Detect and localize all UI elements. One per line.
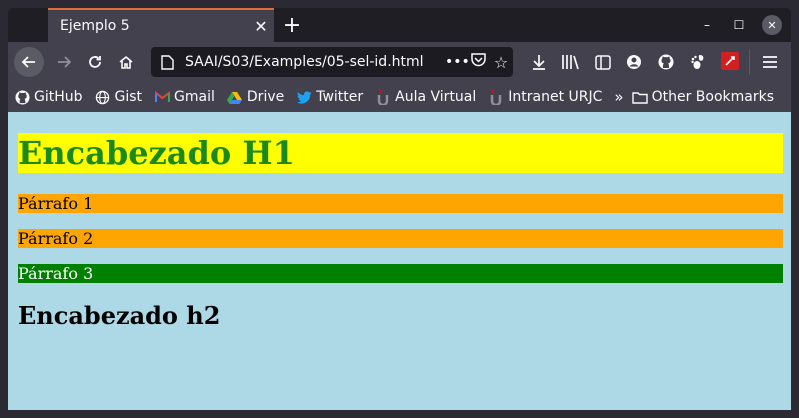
back-button[interactable]	[14, 47, 44, 77]
pocket-icon[interactable]	[467, 53, 489, 71]
home-button[interactable]	[111, 47, 141, 77]
extension-icon[interactable]	[721, 52, 739, 70]
bookmark-label: Other Bookmarks	[651, 89, 775, 105]
github-icon	[14, 89, 30, 105]
tab-active[interactable]: Ejemplo 5 ✕	[48, 8, 274, 42]
minimize-icon[interactable]: –	[697, 15, 717, 35]
github-icon[interactable]	[656, 52, 676, 72]
bookmark-label: Gist	[114, 89, 143, 105]
bookmark-intranet-urjc[interactable]: Intranet URJC	[488, 89, 602, 105]
drive-icon	[227, 89, 243, 105]
new-tab-button[interactable]: +	[279, 12, 305, 38]
browser-window: Ejemplo 5 ✕ + – ☐ ✕ SAAI/S03/Examples/05…	[8, 8, 791, 410]
bookmark-label: Twitter	[316, 89, 364, 105]
page-icon	[159, 54, 175, 70]
url-bar[interactable]: SAAI/S03/Examples/05-sel-id.html ••• ☆	[151, 47, 513, 77]
bookmark-star-icon[interactable]: ☆	[489, 53, 513, 72]
globe-icon	[95, 89, 111, 105]
bookmark-other-bookmarks[interactable]: Other Bookmarks	[631, 89, 775, 105]
sidebar-icon[interactable]	[593, 52, 613, 72]
reload-icon	[89, 56, 101, 68]
paragraph-2: Párrafo 2	[18, 229, 783, 248]
twitter-icon	[296, 89, 312, 105]
bookmark-label: Intranet URJC	[508, 89, 603, 105]
page-actions-icon[interactable]: •••	[445, 54, 470, 70]
hamburger-menu-icon[interactable]	[760, 52, 780, 72]
urjc-icon	[375, 89, 391, 105]
library-icon[interactable]	[560, 52, 580, 72]
bookmarks-bar: GitHub Gist Gmail Drive Twitter Aula Vir…	[8, 82, 791, 112]
home-icon	[119, 55, 133, 69]
bookmark-label: Gmail	[174, 89, 215, 105]
bookmark-aula-virtual[interactable]: Aula Virtual	[375, 89, 476, 105]
bookmark-gist[interactable]: Gist	[95, 89, 143, 105]
bookmark-drive[interactable]: Drive	[227, 89, 284, 105]
bookmark-label: GitHub	[34, 89, 83, 105]
page-heading-h1: Encabezado H1	[18, 133, 783, 173]
url-text[interactable]: SAAI/S03/Examples/05-sel-id.html	[185, 54, 445, 70]
bookmark-github[interactable]: GitHub	[14, 89, 83, 105]
account-icon[interactable]	[624, 52, 644, 72]
toolbar-separator	[749, 49, 750, 75]
reload-button[interactable]	[80, 47, 110, 77]
close-window-icon[interactable]: ✕	[762, 15, 782, 35]
page-heading-h2: Encabezado h2	[18, 301, 221, 330]
page-content: Encabezado H1 Párrafo 1 Párrafo 2 Párraf…	[8, 112, 791, 410]
paragraph-1: Párrafo 1	[18, 194, 783, 213]
gmail-icon	[154, 89, 170, 105]
forward-button[interactable]	[49, 47, 79, 77]
download-icon[interactable]	[529, 52, 549, 72]
gnome-icon[interactable]	[688, 52, 708, 72]
folder-icon	[631, 89, 648, 105]
close-tab-icon[interactable]: ✕	[248, 13, 274, 39]
bookmark-label: Drive	[246, 89, 285, 105]
tab-strip: Ejemplo 5 ✕ + – ☐ ✕	[8, 8, 791, 42]
tab-title: Ejemplo 5	[60, 18, 130, 34]
paragraph-3: Párrafo 3	[18, 264, 783, 283]
maximize-icon[interactable]: ☐	[729, 15, 749, 35]
back-arrow-icon	[21, 56, 35, 68]
forward-arrow-icon	[58, 56, 72, 68]
nav-bar: SAAI/S03/Examples/05-sel-id.html ••• ☆	[8, 42, 791, 82]
bookmark-gmail[interactable]: Gmail	[154, 89, 215, 105]
bookmark-label: Aula Virtual	[395, 89, 477, 105]
urjc-icon	[488, 89, 504, 105]
chevron-overflow-icon[interactable]: »	[614, 88, 623, 106]
bookmark-twitter[interactable]: Twitter	[296, 89, 363, 105]
